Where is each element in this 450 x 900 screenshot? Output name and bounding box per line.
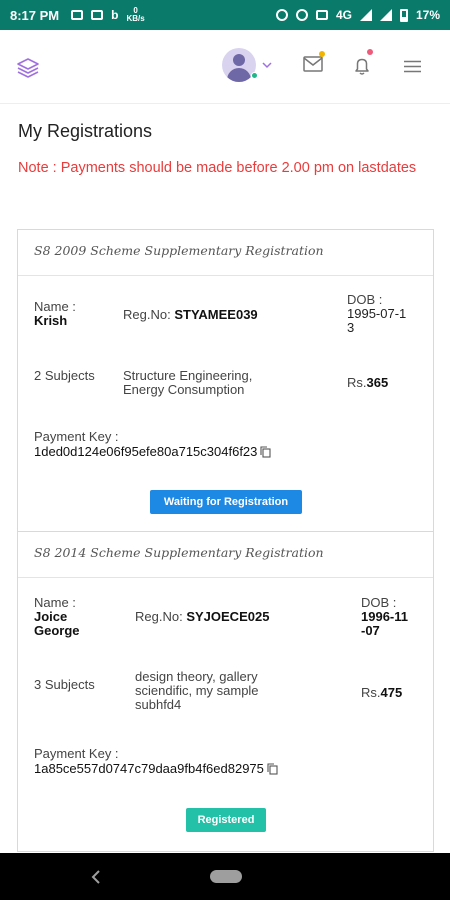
dob-block: DOB : 1995-07-13 [347, 293, 413, 335]
home-pill-icon[interactable] [210, 870, 242, 883]
back-icon[interactable] [90, 870, 102, 884]
name-block: Name : Krish [34, 300, 104, 328]
bell-icon[interactable] [352, 56, 372, 76]
mail-icon[interactable] [303, 56, 323, 72]
hotspot-icon [295, 9, 308, 21]
amount-value: 475 [380, 685, 403, 700]
name-block: Name : Joice George [34, 596, 104, 638]
amount-value: 365 [366, 375, 389, 390]
status-badge-waiting[interactable]: Waiting for Registration [150, 490, 302, 514]
layers-icon[interactable] [16, 56, 40, 80]
battery-level: 17% [415, 8, 440, 22]
vibrate-icon [315, 10, 328, 20]
mail-badge [319, 51, 325, 57]
subjects-count: 3 Subjects [34, 677, 95, 692]
registration-card: S8 2009 Scheme Supplementary Registratio… [17, 229, 434, 532]
payment-key-label: Payment Key : [34, 746, 119, 761]
amount-block: Rs.365 [347, 376, 388, 390]
amount-label: Rs. [347, 375, 367, 390]
gallery-icon [71, 10, 84, 20]
menu-icon[interactable] [404, 60, 421, 73]
tag-icon [91, 10, 104, 20]
status-time: 8:17 PM [10, 7, 60, 23]
data-speed-icon: 0 KB/s [126, 6, 145, 23]
dob-block: DOB : 1996-11-07 [361, 596, 409, 638]
app-header [0, 30, 450, 104]
reg-block: Reg.No: STYAMEE039 [123, 308, 258, 322]
chevron-down-icon[interactable] [262, 61, 272, 69]
reg-no-value: STYAMEE039 [174, 307, 258, 322]
subjects-count: 2 Subjects [34, 368, 95, 383]
status-bar: 8:17 PM b 0 KB/s 4G 17% [0, 0, 450, 30]
notification-badge [367, 49, 373, 55]
page-title: My Registrations [18, 121, 153, 141]
copy-icon[interactable] [260, 446, 271, 458]
dob-value: 1996-11-07 [361, 609, 408, 638]
subjects-list: design theory, gallery sciendific, my sa… [135, 669, 259, 712]
copy-icon[interactable] [267, 763, 278, 775]
signal-icon [359, 9, 372, 21]
scheme-title: S8 2009 Scheme Supplementary Registratio… [18, 230, 433, 276]
amount-label: Rs. [361, 685, 381, 700]
name-value: Joice George [34, 609, 80, 638]
dob-value: 1995-07-13 [347, 306, 407, 335]
online-status-dot [251, 72, 258, 79]
system-nav-bar [0, 853, 450, 900]
scheme-title: S8 2014 Scheme Supplementary Registratio… [18, 532, 433, 578]
payment-key-block: Payment Key : 1ded0d124e06f95efe80a715c3… [34, 429, 271, 459]
reg-block: Reg.No: SYJOECE025 [135, 610, 269, 624]
registration-card: S8 2014 Scheme Supplementary Registratio… [17, 532, 434, 852]
reg-no-value: SYJOECE025 [186, 609, 270, 624]
reg-label: Reg.No: [123, 307, 171, 322]
network-type: 4G [335, 8, 352, 22]
subjects-list: Structure Engineering, Energy Consumptio… [123, 368, 253, 397]
payment-key-value: 1a85ce557d0747c79daa9fb4f6ed82975 [34, 761, 264, 776]
amount-block: Rs.475 [361, 686, 402, 700]
payment-key-label: Payment Key : [34, 429, 119, 444]
battery-icon [399, 8, 408, 22]
name-label: Name : [34, 299, 76, 314]
name-label: Name : [34, 595, 76, 610]
payment-key-value: 1ded0d124e06f95efe80a715c304f6f23 [34, 444, 258, 459]
dob-label: DOB : [347, 292, 383, 307]
signal2-icon [379, 9, 392, 21]
payment-key-block: Payment Key : 1a85ce557d0747c79daa9fb4f6… [34, 746, 278, 776]
payment-note: Note : Payments should be made before 2.… [18, 160, 417, 176]
reg-label: Reg.No: [135, 609, 183, 624]
name-value: Krish [34, 313, 68, 328]
status-badge-registered[interactable]: Registered [186, 808, 266, 832]
dob-label: DOB : [361, 595, 397, 610]
fb-icon: b [111, 8, 119, 22]
alarm-icon [275, 9, 288, 21]
